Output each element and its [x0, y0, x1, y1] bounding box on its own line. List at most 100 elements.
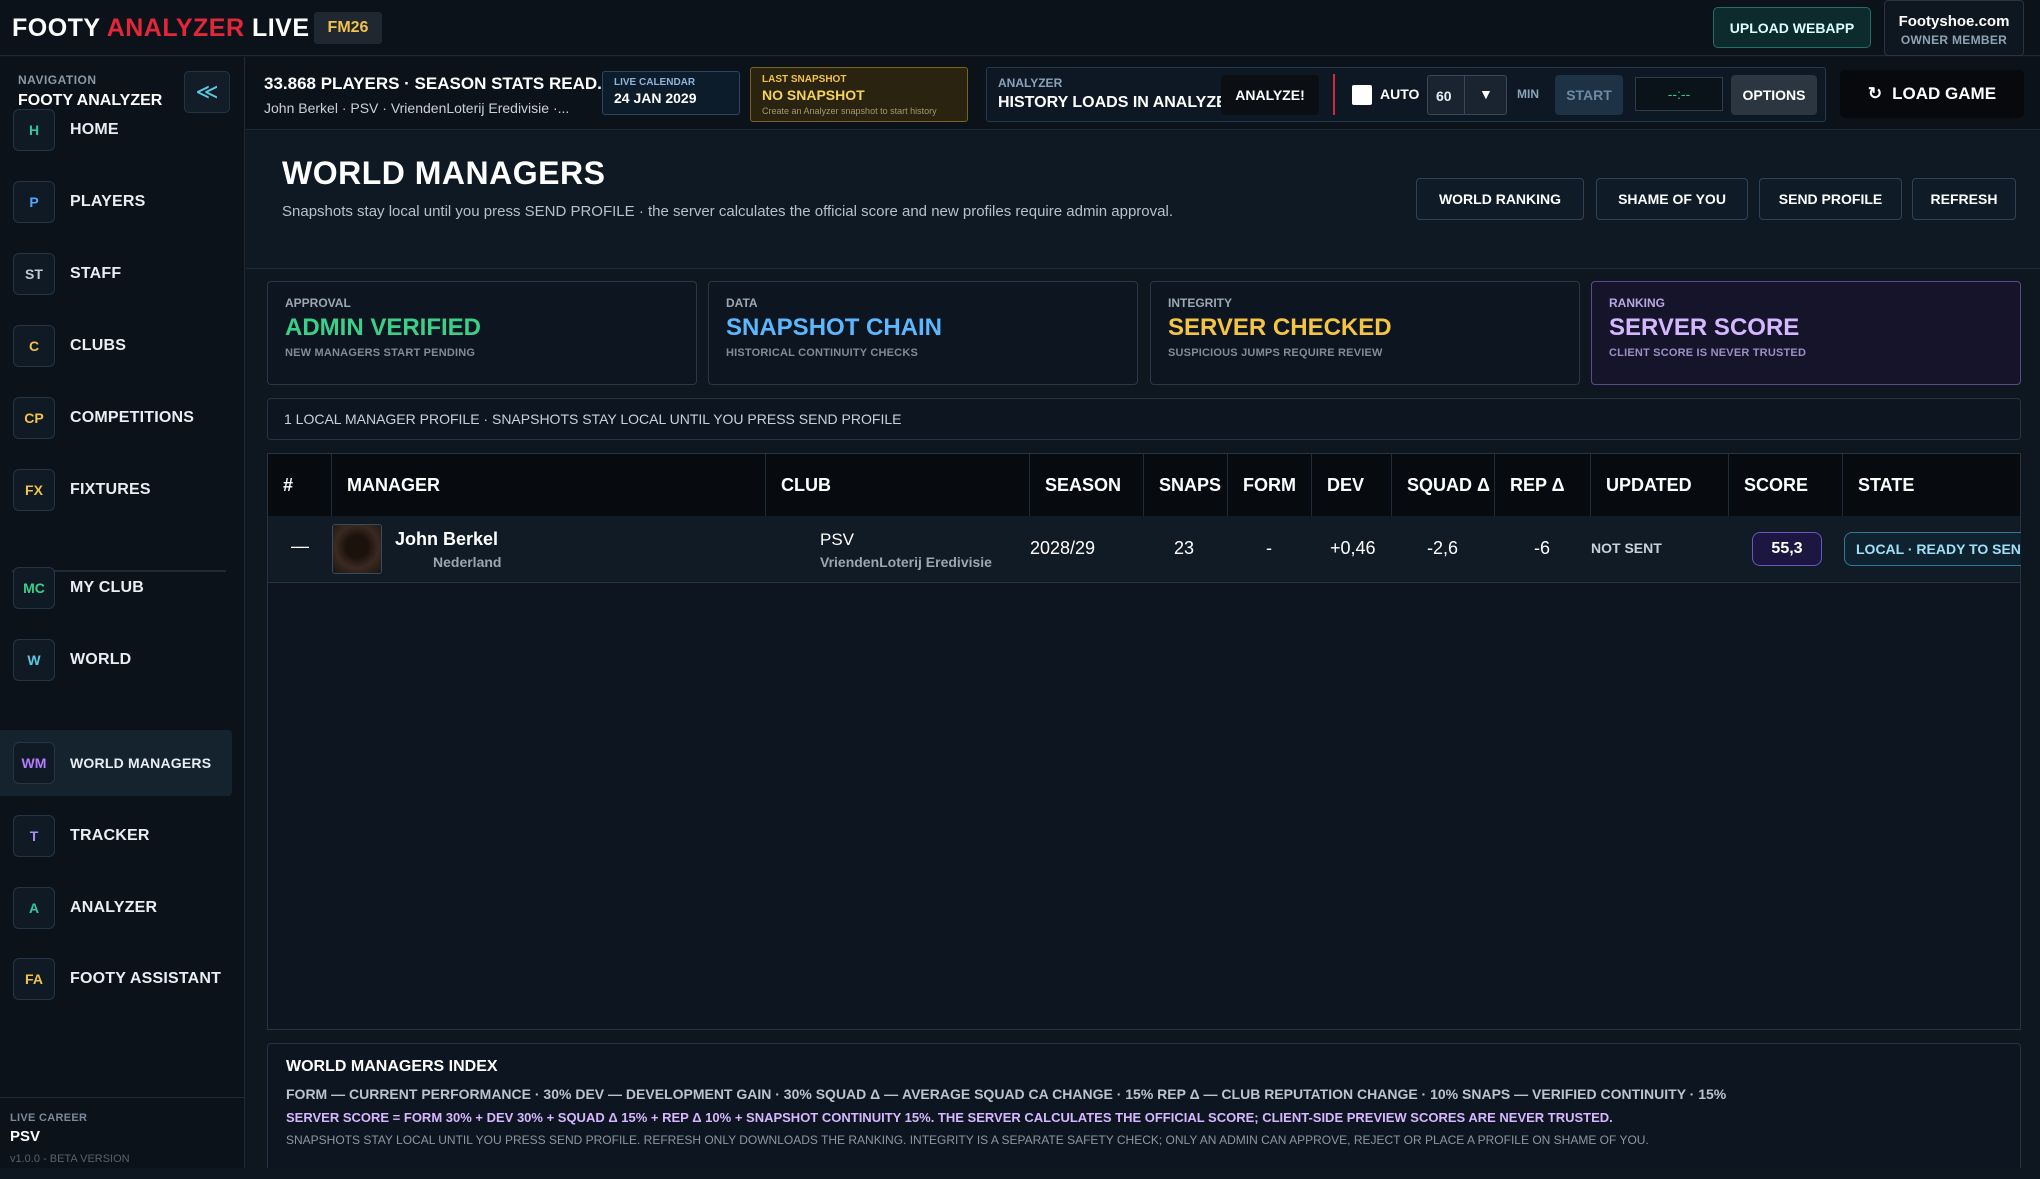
brand-part1: FOOTY: [12, 14, 107, 42]
live-calendar: LIVE CALENDAR 24 JAN 2029: [602, 71, 740, 115]
index-definitions: FORM — CURRENT PERFORMANCE · 30% DEV — D…: [286, 1086, 1727, 1102]
brand-part3: LIVE: [244, 14, 310, 42]
approval-card: APPROVAL ADMIN VERIFIED NEW MANAGERS STA…: [267, 281, 697, 385]
card-sub: NEW MANAGERS START PENDING: [285, 347, 476, 359]
sidebar: NAVIGATION FOOTY ANALYZER ≪ H HOME P PLAYE…: [0, 57, 245, 1168]
sidebar-item-clubs[interactable]: C CLUBS: [0, 313, 232, 379]
sidebar-item-competitions[interactable]: CP COMPETITIONS: [0, 385, 232, 451]
auto-checkbox[interactable]: [1352, 85, 1372, 105]
manager-nation: Nederland: [433, 554, 502, 570]
manager-name[interactable]: John Berkel: [395, 529, 498, 550]
live-career-panel: LIVE CAREER PSV v1.0.0 - BETA VERSION: [0, 1097, 245, 1179]
profile-info-bar: 1 LOCAL MANAGER PROFILE · SNAPSHOTS STAY…: [267, 398, 2021, 440]
interval-select[interactable]: 60 ▼: [1427, 75, 1507, 115]
club-name[interactable]: PSV: [820, 530, 854, 550]
upload-webapp-button[interactable]: UPLOAD WEBAPP: [1713, 7, 1871, 48]
shame-of-you-button[interactable]: SHAME OF YOU: [1596, 178, 1748, 220]
calendar-value: 24 JAN 2029: [614, 90, 697, 106]
column-header-form[interactable]: FORM: [1228, 454, 1312, 516]
last-snapshot: LAST SNAPSHOT NO SNAPSHOT Create an Anal…: [750, 67, 968, 122]
sidebar-item-analyzer[interactable]: A ANALYZER: [0, 875, 232, 941]
sidebar-item-label: CLUBS: [70, 337, 127, 354]
table-header: # MANAGER CLUB SEASON SNAPS FORM DEV SQU…: [268, 454, 2020, 516]
sidebar-item-label: STAFF: [70, 265, 122, 282]
score-badge: 55,3: [1752, 532, 1822, 566]
column-header-snaps[interactable]: SNAPS: [1144, 454, 1228, 516]
page-subtitle: Snapshots stay local until you press SEN…: [282, 203, 1173, 220]
season-cell: 2028/29: [1030, 538, 1096, 558]
squad-cell: -2,6: [1427, 538, 1459, 558]
card-sub: CLIENT SCORE IS NEVER TRUSTED: [1609, 347, 1807, 359]
interval-value: 60: [1436, 88, 1452, 104]
auto-label: AUTO: [1380, 86, 1420, 102]
card-label: APPROVAL: [285, 296, 351, 310]
divider-red: [1333, 74, 1335, 115]
world-ranking-button[interactable]: WORLD RANKING: [1416, 178, 1584, 220]
options-button[interactable]: OPTIONS: [1731, 75, 1817, 115]
sidebar-item-fixtures[interactable]: FX FIXTURES: [0, 457, 232, 523]
world-managers-index: WORLD MANAGERS INDEX FORM — CURRENT PERF…: [267, 1043, 2021, 1168]
sidebar-item-world-managers[interactable]: WM WORLD MANAGERS: [0, 730, 232, 796]
index-formula: SERVER SCORE = FORM 30% + DEV 30% + SQUA…: [286, 1110, 1613, 1125]
form-cell: -: [1266, 538, 1272, 558]
analyzer-label: ANALYZER: [998, 76, 1063, 90]
version-badge: FM26: [314, 12, 382, 44]
live-career-club: PSV: [10, 1128, 41, 1145]
analyze-button[interactable]: ANALYZE!: [1221, 75, 1319, 115]
refresh-button[interactable]: REFRESH: [1912, 178, 2016, 220]
tracker-icon: T: [13, 815, 55, 857]
sidebar-item-footy-assistant[interactable]: FA FOOTY ASSISTANT: [0, 946, 232, 1012]
column-header-squad[interactable]: SQUAD Δ: [1392, 454, 1495, 516]
interval-unit: MIN: [1517, 87, 1539, 101]
column-header-season[interactable]: SEASON: [1030, 454, 1144, 516]
sidebar-item-tracker[interactable]: T TRACKER: [0, 803, 232, 869]
sidebar-item-label: WORLD: [70, 651, 132, 668]
card-value: SNAPSHOT CHAIN: [726, 314, 943, 341]
sidebar-item-label: PLAYERS: [70, 193, 146, 210]
column-header-score[interactable]: SCORE: [1729, 454, 1843, 516]
world-icon: W: [13, 639, 55, 681]
sidebar-item-world[interactable]: W WORLD: [0, 627, 232, 693]
load-game-label: LOAD GAME: [1892, 84, 1997, 103]
snapshot-hint: Create an Analyzer snapshot to start his…: [762, 106, 937, 116]
calendar-label: LIVE CALENDAR: [614, 77, 696, 88]
managers-table: # MANAGER CLUB SEASON SNAPS FORM DEV SQU…: [267, 453, 2021, 1030]
owner-account-button[interactable]: Footyshoe.com OWNER MEMBER: [1884, 0, 2024, 56]
league-name: VriendenLoterij Eredivisie: [820, 554, 992, 570]
card-value: SERVER SCORE: [1609, 314, 1800, 341]
app-logo[interactable]: FOOTY ANALYZER LIVE: [12, 14, 310, 43]
updated-cell: NOT SENT: [1591, 540, 1662, 556]
sidebar-item-players[interactable]: P PLAYERS: [0, 169, 232, 235]
integrity-card: INTEGRITY SERVER CHECKED SUSPICIOUS JUMP…: [1150, 281, 1580, 385]
timer-display: --:--: [1635, 77, 1723, 111]
status-subline: John Berkel · PSV · VriendenLoterij Ered…: [264, 100, 570, 116]
column-header-club[interactable]: CLUB: [766, 454, 1030, 516]
chevron-down-icon[interactable]: ▼: [1479, 86, 1493, 102]
index-notes: SNAPSHOTS STAY LOCAL UNTIL YOU PRESS SEN…: [286, 1133, 1649, 1147]
column-header-updated[interactable]: UPDATED: [1591, 454, 1729, 516]
competitions-icon: CP: [13, 397, 55, 439]
sidebar-item-label: FOOTY ASSISTANT: [70, 970, 222, 987]
brand-part2: ANALYZER: [106, 14, 245, 42]
start-button[interactable]: START: [1555, 75, 1623, 115]
sidebar-item-my-club[interactable]: MC MY CLUB: [0, 555, 232, 621]
column-header-state[interactable]: STATE: [1843, 454, 2020, 516]
footy-assistant-icon: FA: [13, 958, 55, 1000]
load-game-button[interactable]: ↻ LOAD GAME: [1840, 70, 2024, 118]
sidebar-item-home[interactable]: H HOME: [0, 97, 232, 163]
index-title: WORLD MANAGERS INDEX: [286, 1058, 498, 1075]
state-badge: LOCAL · READY TO SEND: [1844, 532, 2021, 566]
send-profile-button[interactable]: SEND PROFILE: [1759, 178, 1902, 220]
table-row[interactable]: — John Berkel Nederland PSV VriendenLote…: [268, 516, 2021, 583]
sidebar-item-label: HOME: [70, 121, 119, 138]
sidebar-item-staff[interactable]: ST STAFF: [0, 241, 232, 307]
analyzer-panel: ANALYZER HISTORY LOADS IN ANALYZER ANALY…: [986, 67, 1826, 122]
column-header-manager[interactable]: MANAGER: [332, 454, 766, 516]
home-icon: H: [13, 109, 55, 151]
column-header-rank[interactable]: #: [268, 454, 332, 516]
card-sub: SUSPICIOUS JUMPS REQUIRE REVIEW: [1168, 347, 1383, 359]
live-career-label: LIVE CAREER: [10, 1112, 88, 1124]
column-header-rep[interactable]: REP Δ: [1495, 454, 1591, 516]
sidebar-item-label: WORLD MANAGERS: [70, 755, 212, 771]
column-header-dev[interactable]: DEV: [1312, 454, 1392, 516]
